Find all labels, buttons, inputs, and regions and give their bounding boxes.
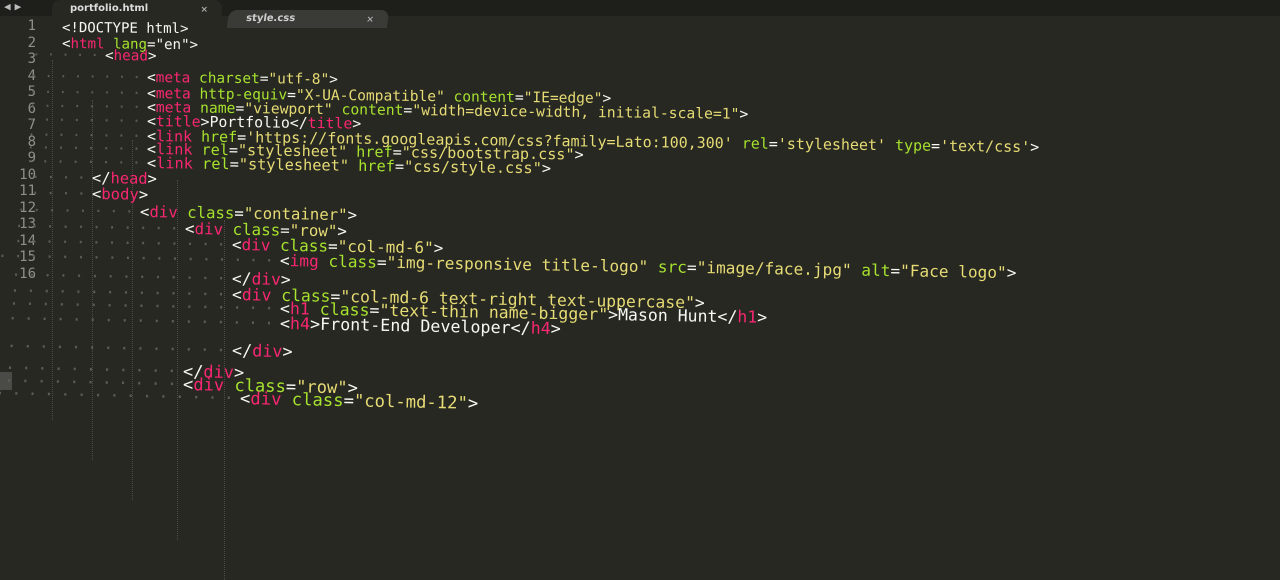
token-plain: < xyxy=(239,388,251,410)
token-tag: div xyxy=(252,340,283,362)
forward-icon[interactable]: ▶ xyxy=(15,0,26,13)
token-plain: < xyxy=(146,69,156,86)
token-plain: = xyxy=(376,252,387,272)
token-attr: src xyxy=(648,256,688,277)
token-plain: > xyxy=(147,169,158,189)
token-tag: img xyxy=(289,250,319,271)
token-plain: > xyxy=(550,319,561,339)
token-attr: rel xyxy=(732,133,769,153)
tab-label: portfolio.html xyxy=(70,3,149,14)
token-plain: <!DOCTYPE html> xyxy=(61,20,189,38)
token-plain: > xyxy=(541,159,552,178)
token-plain: = xyxy=(229,155,239,174)
token-plain: = xyxy=(394,157,405,176)
token-plain: </ xyxy=(231,340,253,361)
indent-whitespace: ····· xyxy=(31,47,106,64)
close-icon[interactable]: × xyxy=(200,5,208,15)
token-str: "img-responsive title-logo" xyxy=(386,252,649,276)
token-str: 'stylesheet' xyxy=(777,134,887,154)
token-plain: > xyxy=(739,105,749,123)
token-plain: < xyxy=(279,314,291,334)
token-attr: class xyxy=(318,251,378,272)
token-attr: charset xyxy=(190,70,260,88)
code-line[interactable]: ·················· <img class="img-respon… xyxy=(0,246,1017,282)
token-plain: < xyxy=(279,250,290,270)
token-plain: > xyxy=(329,71,338,88)
token-plain: = xyxy=(768,134,778,153)
token-plain: > xyxy=(467,393,479,414)
token-tag: link xyxy=(156,154,194,173)
token-str: "col-md-12" xyxy=(353,391,469,414)
token-str: 'text/css' xyxy=(939,136,1031,156)
token-str: "width=device-width, initial-scale=1" xyxy=(412,101,740,123)
code-line[interactable]: ·············· </div> xyxy=(6,336,293,362)
token-tag: h4 xyxy=(530,319,551,339)
token-plain: > xyxy=(574,145,584,165)
token-plain: >Mason Hunt</ xyxy=(607,305,738,327)
token-attr: alt xyxy=(851,260,891,280)
token-tag: h4 xyxy=(289,314,311,334)
token-plain: > xyxy=(1030,137,1040,156)
nav-arrows[interactable]: ◀▶ xyxy=(4,0,25,13)
indent-whitespace: ··············· xyxy=(0,383,241,409)
token-plain: > xyxy=(347,205,358,225)
token-str: "utf-8" xyxy=(268,71,330,88)
code-line[interactable]: ····· <head> xyxy=(32,47,157,65)
token-plain: >Front-End Developer</ xyxy=(309,314,531,339)
token-attr: rel xyxy=(192,154,230,174)
token-plain: > xyxy=(757,308,768,328)
token-attr: type xyxy=(885,135,932,155)
token-tag: head xyxy=(113,48,149,65)
line-number: 1 xyxy=(27,18,36,34)
code-line[interactable]: ··············· <div class="col-md-12"> xyxy=(0,384,479,414)
token-tag: meta xyxy=(155,69,191,87)
code-line[interactable]: ········ <link rel="stylesheet" href="css… xyxy=(25,153,552,178)
token-str: "stylesheet" xyxy=(238,155,350,176)
token-tag: div xyxy=(250,389,282,410)
indent-whitespace: ·················· xyxy=(0,308,281,334)
token-str: "image/face.jpg" xyxy=(696,257,852,280)
token-attr: href xyxy=(348,157,396,176)
token-str: "css/style.css" xyxy=(403,157,542,178)
token-plain: = xyxy=(343,391,355,412)
token-str: "Face logo" xyxy=(899,261,1007,282)
token-attr: class xyxy=(281,389,344,412)
token-plain: > xyxy=(147,48,157,65)
token-plain: = xyxy=(890,260,901,281)
token-plain: = xyxy=(686,257,697,277)
tab-label: style.css xyxy=(245,13,296,24)
code-line[interactable]: ·················· <h4>Front-End Develope… xyxy=(0,309,561,339)
token-plain: > xyxy=(1006,262,1017,282)
tab-portfolio-html[interactable]: portfolio.html × xyxy=(52,0,222,20)
token-plain: = xyxy=(930,136,941,155)
token-tag: h1 xyxy=(737,307,758,328)
tab-style-css[interactable]: style.css × xyxy=(226,10,390,28)
token-plain: > xyxy=(282,341,293,362)
token-plain: < xyxy=(104,48,114,65)
close-icon[interactable]: × xyxy=(366,15,375,25)
back-icon[interactable]: ◀ xyxy=(4,0,15,13)
code-line[interactable]: <!DOCTYPE html> xyxy=(62,20,189,37)
